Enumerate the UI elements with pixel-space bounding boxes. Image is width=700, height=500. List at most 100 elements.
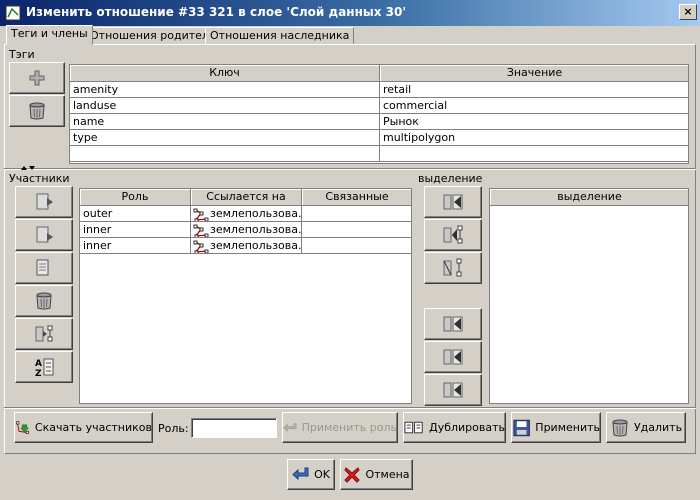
trash-icon — [610, 418, 630, 438]
download-members-button[interactable]: Скачать участников — [14, 412, 153, 443]
duplicate-label: Дублировать — [429, 421, 505, 434]
member-linked-cell[interactable] — [302, 222, 411, 238]
refers-to-column-header[interactable]: Ссылается на — [191, 189, 302, 206]
plus-icon — [29, 70, 45, 86]
move-member-up-button[interactable] — [15, 186, 73, 218]
apply-button[interactable]: Применить — [511, 412, 601, 443]
select-member-icon — [35, 325, 53, 342]
tag-key-cell[interactable]: type — [70, 130, 380, 146]
tag-key-cell[interactable]: amenity — [70, 82, 380, 98]
window-title: Изменить отношение #33 321 в слое 'Слой … — [26, 5, 407, 19]
ok-label: OK — [314, 468, 330, 481]
tab-parent-relations[interactable]: Отношения родителя — [85, 27, 221, 44]
members-table: Роль Ссылается на Связанные outer землеп… — [79, 188, 412, 404]
move-member-down-button[interactable] — [15, 219, 73, 251]
duplicate-button[interactable]: Дублировать — [403, 412, 506, 443]
multipolygon-link-icon — [193, 239, 209, 254]
value-column-header[interactable]: Значение — [380, 65, 688, 82]
tag-key-cell[interactable]: name — [70, 114, 380, 130]
delete-tag-button[interactable] — [9, 95, 65, 127]
save-floppy-icon — [513, 419, 530, 436]
tag-value-cell[interactable] — [380, 146, 688, 162]
remove-member-button[interactable] — [15, 285, 73, 317]
move-down-icon — [36, 226, 53, 243]
edit-member-icon — [34, 258, 54, 278]
selection-column-header[interactable]: выделение — [490, 189, 688, 206]
member-ref-cell[interactable]: землепользова... — [191, 206, 302, 222]
multipolygon-link-icon — [193, 223, 209, 238]
tag-value-cell[interactable]: multipolygon — [380, 130, 688, 146]
add-selected-end2-button[interactable] — [424, 374, 482, 406]
add-selection-before-icon — [441, 312, 465, 336]
tag-value-cell[interactable]: commercial — [380, 98, 688, 114]
tab-tags-and-members[interactable]: Теги и члены — [6, 25, 93, 45]
svg-text:A: A — [35, 359, 42, 369]
tags-button-spacer — [9, 128, 65, 164]
sort-members-button[interactable]: A Z — [15, 351, 73, 383]
add-selection-after-icon — [443, 225, 463, 244]
role-label: Роль: — [158, 422, 189, 435]
title-bar: Изменить отношение #33 321 в слое 'Слой … — [0, 0, 700, 26]
tab-child-relations[interactable]: Отношения наследника — [205, 27, 355, 44]
ok-arrow-icon — [292, 467, 309, 480]
member-ref-label: землепользова... — [210, 223, 302, 236]
tags-table: Ключ Значение amenity retail landuse com… — [69, 64, 689, 164]
linked-column-header[interactable]: Связанные — [302, 189, 411, 206]
add-selected-after-button[interactable] — [424, 219, 482, 251]
trash-icon — [34, 291, 54, 311]
member-ref-label: землепользова... — [210, 239, 302, 252]
member-role-cell[interactable]: inner — [80, 238, 191, 254]
duplicate-icon — [404, 421, 423, 433]
member-role-cell[interactable]: outer — [80, 206, 191, 222]
edit-member-button[interactable] — [15, 252, 73, 284]
members-group-label: Участники — [9, 172, 70, 185]
role-column-header[interactable]: Роль — [80, 189, 191, 206]
member-ref-cell[interactable]: землепользова... — [191, 222, 302, 238]
add-tag-button[interactable] — [9, 62, 65, 94]
splitter-arrows-icon[interactable] — [20, 165, 36, 171]
add-selected-before-button[interactable] — [424, 308, 482, 340]
remove-selected-button[interactable] — [424, 252, 482, 284]
key-column-header[interactable]: Ключ — [70, 65, 380, 82]
download-members-label: Скачать участников — [34, 421, 152, 434]
tag-key-cell[interactable]: landuse — [70, 98, 380, 114]
cancel-button[interactable]: Отмена — [340, 459, 413, 490]
svg-text:Z: Z — [35, 369, 42, 378]
apply-role-label: Применить роль — [301, 421, 397, 434]
member-linked-cell[interactable] — [302, 238, 411, 254]
tag-value-cell[interactable]: Рынок — [380, 114, 688, 130]
app-icon — [5, 5, 21, 21]
select-member-button[interactable] — [15, 318, 73, 350]
selection-table: выделение — [489, 188, 689, 404]
member-linked-cell[interactable] — [302, 206, 411, 222]
remove-selection-icon — [443, 258, 462, 277]
splitter[interactable] — [4, 168, 696, 170]
add-selection-end-icon — [441, 378, 465, 402]
cancel-label: Отмена — [365, 468, 410, 481]
ok-button[interactable]: OK — [287, 459, 335, 490]
delete-label: Удалить — [633, 421, 683, 434]
delete-relation-button[interactable]: Удалить — [606, 412, 686, 443]
member-ref-label: землепользова... — [210, 207, 302, 220]
selection-group-label: выделение — [418, 172, 483, 185]
add-selection-end-icon — [441, 345, 465, 369]
apply-label: Применить — [535, 421, 600, 434]
sort-az-icon: A Z — [35, 358, 54, 378]
close-button[interactable]: × — [679, 4, 697, 20]
add-selection-start-icon — [441, 190, 465, 214]
add-selected-at-end-button[interactable] — [424, 341, 482, 373]
member-role-cell[interactable]: inner — [80, 222, 191, 238]
member-ref-cell[interactable]: землепользова... — [191, 238, 302, 254]
apply-role-icon — [283, 422, 297, 432]
bottom-divider — [4, 407, 696, 409]
role-input[interactable] — [191, 418, 277, 438]
move-up-icon — [36, 193, 53, 210]
apply-role-button[interactable]: Применить роль — [282, 412, 398, 443]
download-members-icon — [16, 420, 30, 434]
multipolygon-link-icon — [193, 207, 209, 222]
tag-value-cell[interactable]: retail — [380, 82, 688, 98]
add-selected-to-start-button[interactable] — [424, 186, 482, 218]
tag-key-cell[interactable] — [70, 146, 380, 162]
tags-group-label: Тэги — [9, 48, 35, 61]
trash-icon — [27, 101, 47, 121]
